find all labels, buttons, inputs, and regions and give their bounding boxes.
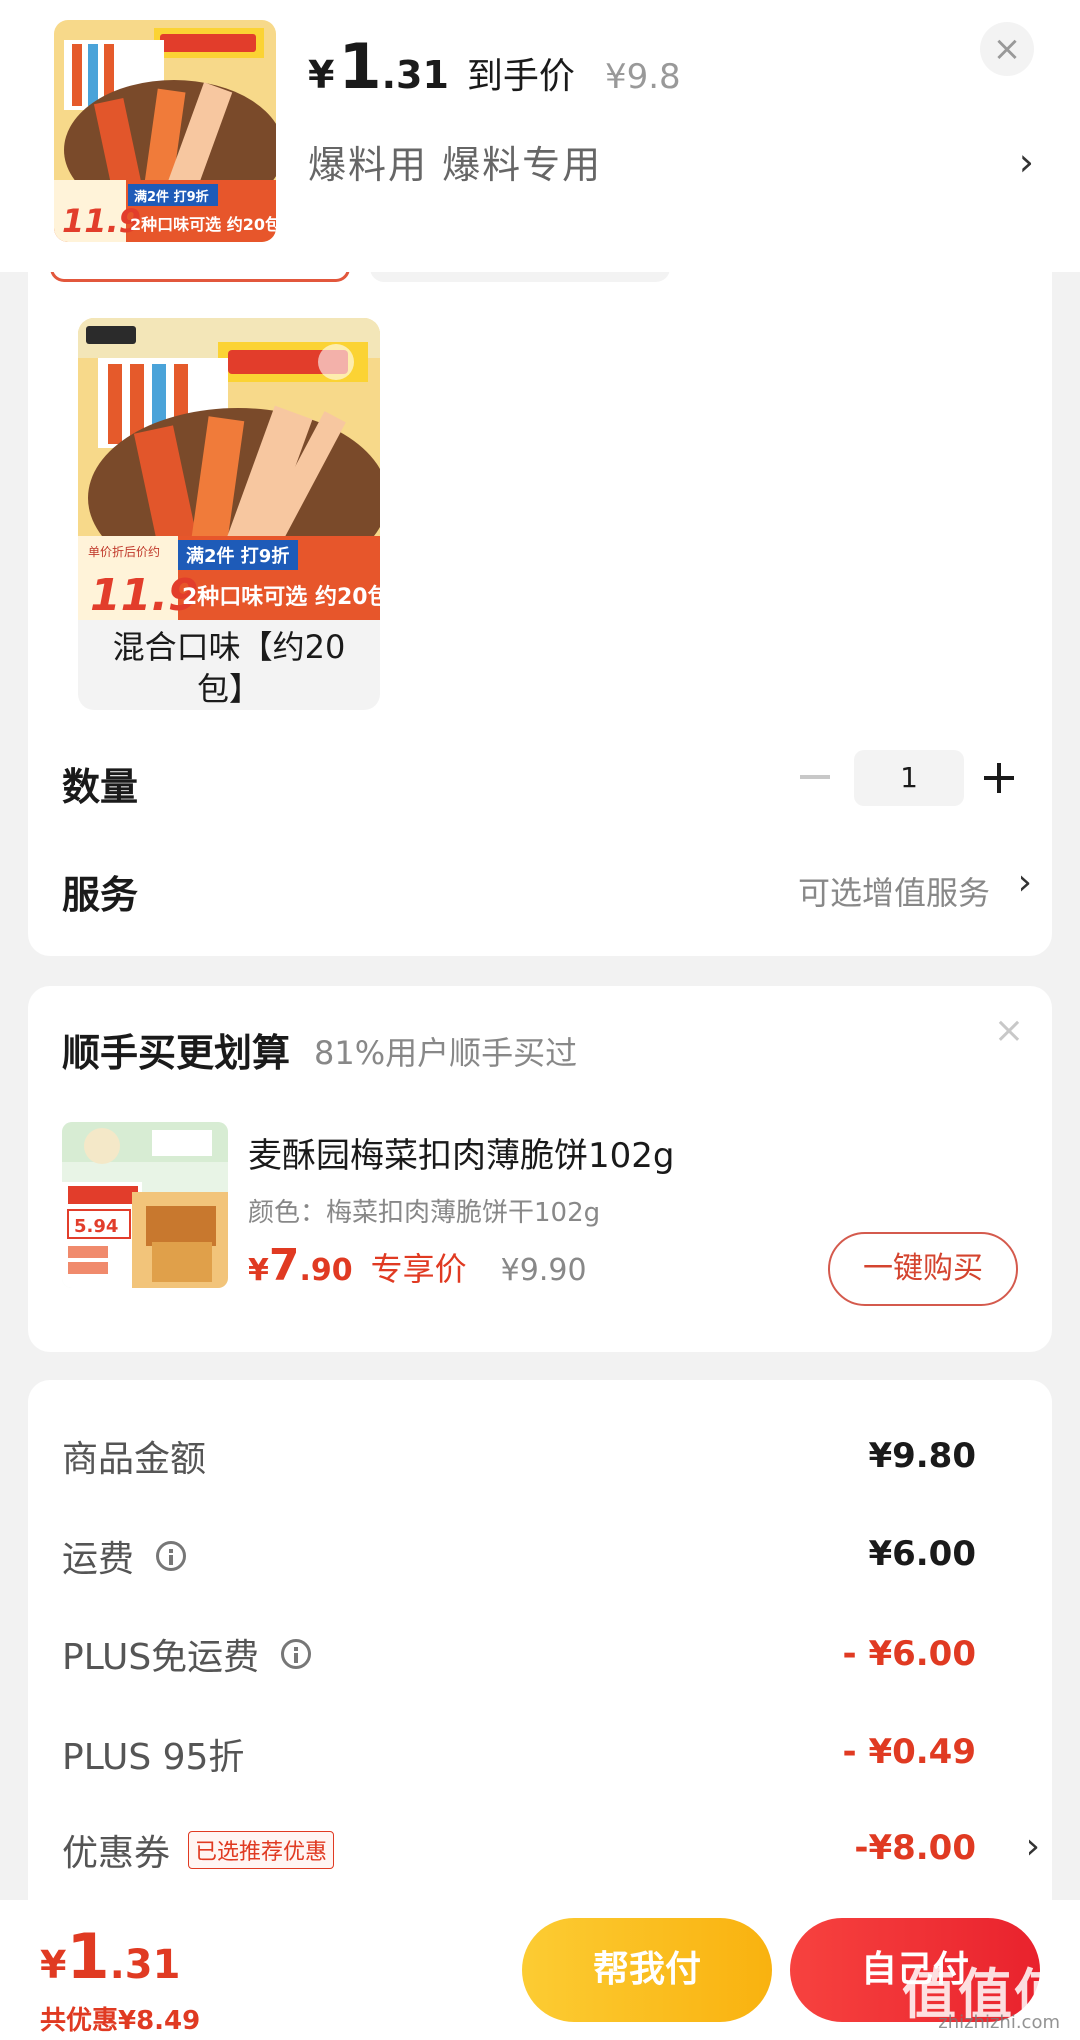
addon-subtitle: 81%用户顺手买过 bbox=[314, 1034, 578, 1072]
addon-price-symbol: ¥ bbox=[248, 1253, 269, 1288]
shipping-label: 运费 bbox=[62, 1539, 135, 1580]
product-header: 11.9 满2件 打9折 2种口味可选 约20包 ¥ 1 .31 到手价 ¥9.… bbox=[0, 0, 1080, 272]
original-price: ¥9.8 bbox=[604, 57, 681, 97]
shipping-value: ¥6.00 bbox=[868, 1534, 976, 1574]
coupon-value[interactable]: -¥8.00 bbox=[854, 1828, 976, 1868]
addon-variant: 颜色：梅菜扣肉薄脆饼干102g bbox=[248, 1198, 601, 1228]
watermark-url: zhizhizhi.com bbox=[938, 2012, 1060, 2033]
spec-option-mixed-flavor[interactable]: 单价折后价约 11.9 满2件 打9折 2种口味可选 约20包 混合口味【约20… bbox=[78, 318, 380, 710]
close-button[interactable]: × bbox=[980, 22, 1034, 76]
one-click-buy-button[interactable]: 一键购买 bbox=[828, 1232, 1018, 1306]
addon-price: ¥ 7 .90 专享价 ¥9.90 bbox=[248, 1240, 587, 1291]
addon-price-integer: 7 bbox=[268, 1240, 300, 1291]
price-decimal: .31 bbox=[381, 53, 449, 97]
total-row-label[interactable]: 优惠券 已选推荐优惠 bbox=[62, 1824, 335, 1876]
addon-price-tag: 专享价 bbox=[370, 1250, 467, 1288]
goods-amount-value: ¥9.80 bbox=[868, 1436, 976, 1476]
svg-text:2种口味可选 约20包: 2种口味可选 约20包 bbox=[130, 215, 276, 234]
total-price-integer: 1 bbox=[66, 1920, 110, 1993]
selected-spec[interactable]: 爆料用 爆料专用 bbox=[308, 134, 602, 189]
info-icon[interactable] bbox=[156, 1541, 187, 1571]
plus-free-shipping-value: - ¥6.00 bbox=[842, 1634, 977, 1674]
total-row-label: 运费 bbox=[62, 1530, 187, 1582]
addon-product-name[interactable]: 麦酥园梅菜扣肉薄脆饼102g bbox=[248, 1128, 674, 1177]
total-price-symbol: ¥ bbox=[40, 1943, 67, 1987]
quantity-input[interactable]: 1 bbox=[854, 750, 964, 806]
total-row-label: PLUS免运费 bbox=[62, 1628, 312, 1680]
quantity-plus-button[interactable] bbox=[984, 763, 1014, 793]
coupon-badge: 已选推荐优惠 bbox=[188, 1831, 335, 1869]
chevron-right-icon[interactable]: › bbox=[1026, 1826, 1040, 1867]
plus-discount-value: - ¥0.49 bbox=[842, 1732, 977, 1772]
product-thumbnail: 11.9 满2件 打9折 2种口味可选 约20包 bbox=[54, 20, 276, 242]
service-value[interactable]: 可选增值服务 bbox=[798, 868, 990, 914]
info-icon[interactable] bbox=[281, 1639, 312, 1669]
plus-discount-label: PLUS 95折 bbox=[62, 1737, 245, 1778]
service-label: 服务 bbox=[62, 873, 139, 917]
close-icon[interactable]: × bbox=[994, 1010, 1024, 1051]
addon-product-image[interactable]: 5.94 bbox=[62, 1122, 228, 1288]
addon-card: 顺手买更划算 81%用户顺手买过 × 5.94 麦酥园梅菜扣肉薄脆饼102g 颜… bbox=[28, 986, 1052, 1352]
total-row-label: 商品金额 bbox=[62, 1430, 206, 1482]
svg-text:5.94: 5.94 bbox=[74, 1216, 118, 1237]
help-me-pay-button[interactable]: 帮我付 bbox=[522, 1918, 772, 2022]
plus-free-shipping-label: PLUS免运费 bbox=[62, 1637, 260, 1678]
goods-amount-label: 商品金额 bbox=[62, 1439, 207, 1480]
quantity-label: 数量 bbox=[62, 765, 139, 809]
svg-text:满2件 打9折: 满2件 打9折 bbox=[186, 545, 289, 567]
price-symbol: ¥ bbox=[308, 53, 335, 97]
chevron-right-icon[interactable]: › bbox=[1019, 140, 1034, 184]
coupon-label: 优惠券 bbox=[62, 1833, 171, 1874]
addon-price-decimal: .90 bbox=[299, 1253, 353, 1288]
header-price: ¥ 1 .31 到手价 ¥9.8 bbox=[308, 30, 681, 103]
product-option-image: 单价折后价约 11.9 满2件 打9折 2种口味可选 约20包 bbox=[78, 318, 380, 620]
price-integer: 1 bbox=[338, 30, 382, 103]
svg-text:2种口味可选 约20包: 2种口味可选 约20包 bbox=[182, 584, 380, 610]
quantity-minus-button[interactable] bbox=[800, 760, 834, 794]
total-price: ¥ 1 .31 bbox=[40, 1920, 180, 1993]
price-tag: 到手价 bbox=[466, 56, 575, 97]
checkout-bar: ¥ 1 .31 共优惠¥8.49 帮我付 自己付 值值值 zhizhizhi.c… bbox=[0, 1900, 1080, 2040]
total-savings: 共优惠¥8.49 bbox=[40, 2006, 201, 2036]
total-row-label: PLUS 95折 bbox=[62, 1728, 244, 1780]
chevron-right-icon[interactable]: › bbox=[1018, 862, 1032, 903]
addon-title: 顺手买更划算 bbox=[62, 1031, 291, 1075]
spec-option-label: 混合口味【约20包】 bbox=[112, 628, 346, 708]
svg-text:满2件 打9折: 满2件 打9折 bbox=[134, 189, 209, 205]
total-price-decimal: .31 bbox=[109, 1942, 181, 1988]
addon-original-price: ¥9.90 bbox=[500, 1253, 587, 1288]
svg-text:单价折后价约: 单价折后价约 bbox=[88, 544, 160, 559]
